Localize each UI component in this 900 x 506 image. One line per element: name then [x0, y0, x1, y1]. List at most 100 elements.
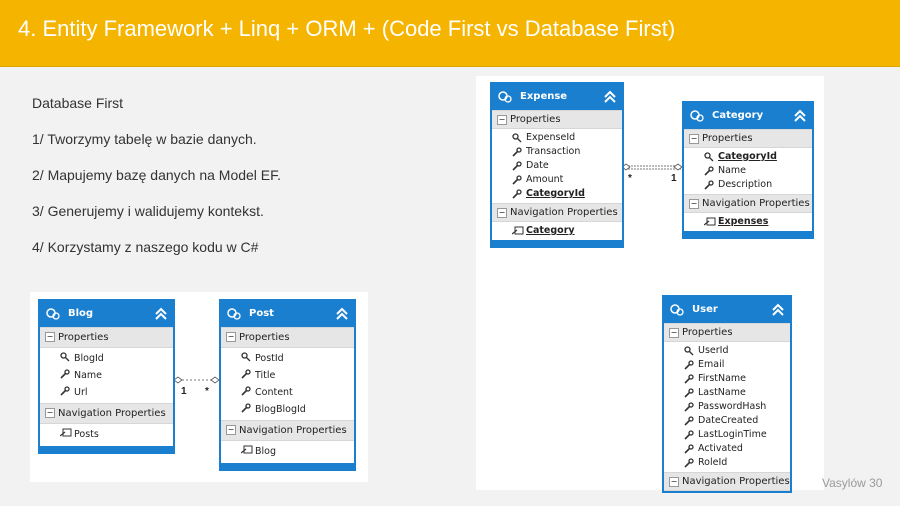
- property-label: Transaction: [526, 146, 581, 157]
- property-item[interactable]: DateCreated: [664, 414, 790, 428]
- property-item[interactable]: Date: [492, 159, 622, 173]
- property-item[interactable]: Name: [40, 367, 173, 384]
- properties-section-header[interactable]: − Properties: [684, 129, 812, 148]
- entity-expense[interactable]: Expense − Properties ExpenseId Transacti…: [490, 82, 624, 248]
- navigation-label: Category: [526, 225, 575, 236]
- property-label: Url: [74, 387, 88, 398]
- minus-icon[interactable]: −: [497, 115, 507, 125]
- minus-icon[interactable]: −: [497, 208, 507, 218]
- minus-icon[interactable]: −: [226, 425, 236, 435]
- collapse-icon[interactable]: [793, 109, 807, 123]
- collapse-icon[interactable]: [335, 307, 349, 321]
- property-label: FirstName: [698, 373, 747, 384]
- section-label: Navigation Properties: [510, 207, 618, 218]
- navigation-section-header[interactable]: − Navigation Properties: [684, 194, 812, 213]
- navigation-icon: [60, 428, 72, 437]
- minus-icon[interactable]: −: [45, 408, 55, 418]
- property-item[interactable]: Name: [684, 164, 812, 178]
- entity-category[interactable]: Category − Properties CategoryId Name De…: [682, 101, 814, 239]
- multiplicity-blog: 1: [181, 386, 187, 397]
- section-label: Navigation Properties: [58, 408, 166, 419]
- property-item[interactable]: Activated: [664, 442, 790, 456]
- property-item[interactable]: FirstName: [664, 372, 790, 386]
- property-label: LastName: [698, 387, 746, 398]
- wrench-icon: [684, 458, 694, 468]
- property-item[interactable]: Content: [221, 384, 354, 401]
- text-content: Database First 1/ Tworzymy tabelę w bazi…: [32, 96, 281, 276]
- property-item[interactable]: ExpenseId: [492, 131, 622, 145]
- section-label: Navigation Properties: [682, 476, 790, 487]
- property-item[interactable]: PasswordHash: [664, 400, 790, 414]
- entity-header[interactable]: Category: [684, 103, 812, 129]
- minus-icon[interactable]: −: [45, 332, 55, 342]
- section-label: Properties: [58, 332, 109, 343]
- property-item[interactable]: Email: [664, 358, 790, 372]
- navigation-section-header[interactable]: − Navigation Properties: [40, 403, 173, 424]
- property-item[interactable]: BlogBlogId: [221, 401, 354, 418]
- entity-header[interactable]: User: [664, 297, 790, 323]
- property-item[interactable]: CategoryId: [492, 187, 622, 201]
- minus-icon[interactable]: −: [226, 332, 236, 342]
- wrench-icon: [512, 147, 522, 157]
- property-label: LastLoginTime: [698, 429, 767, 440]
- property-item[interactable]: Transaction: [492, 145, 622, 159]
- property-item[interactable]: Url: [40, 384, 173, 401]
- collapse-icon[interactable]: [771, 303, 785, 317]
- minus-icon[interactable]: −: [689, 134, 699, 144]
- property-item[interactable]: PostId: [221, 350, 354, 367]
- collapse-icon[interactable]: [154, 307, 168, 321]
- navigation-section-header[interactable]: − Navigation Properties: [664, 472, 790, 491]
- entity-user[interactable]: User − Properties UserId Email FirstName…: [662, 295, 792, 493]
- property-item[interactable]: LastLoginTime: [664, 428, 790, 442]
- key-icon: [241, 352, 251, 362]
- property-item[interactable]: Description: [684, 178, 812, 192]
- properties-section-header[interactable]: − Properties: [492, 110, 622, 129]
- property-label: DateCreated: [698, 415, 759, 426]
- collapse-icon[interactable]: [603, 90, 617, 104]
- entity-footer: [40, 446, 173, 452]
- navigation-section-header[interactable]: − Navigation Properties: [492, 203, 622, 222]
- property-item[interactable]: LastName: [664, 386, 790, 400]
- navigation-icon: [512, 226, 524, 235]
- entity-blog[interactable]: Blog − Properties BlogId Name Url − Navi…: [38, 299, 175, 454]
- navigation-item[interactable]: Blog: [221, 443, 354, 461]
- wrench-icon: [684, 402, 694, 412]
- navigation-section-header[interactable]: − Navigation Properties: [221, 420, 354, 441]
- section-label: Navigation Properties: [239, 425, 347, 436]
- minus-icon[interactable]: −: [669, 328, 679, 338]
- title-bar: 4. Entity Framework + Linq + ORM + (Code…: [0, 0, 900, 67]
- entity-icon: [227, 308, 241, 320]
- entity-name: Category: [712, 110, 764, 121]
- minus-icon[interactable]: −: [669, 477, 679, 487]
- property-item[interactable]: BlogId: [40, 350, 173, 367]
- entity-header[interactable]: Expense: [492, 84, 622, 110]
- properties-section-header[interactable]: − Properties: [221, 327, 354, 348]
- property-label: Email: [698, 359, 725, 370]
- property-item[interactable]: CategoryId: [684, 150, 812, 164]
- properties-section-header[interactable]: − Properties: [40, 327, 173, 348]
- property-item[interactable]: Title: [221, 367, 354, 384]
- entity-icon: [498, 91, 512, 103]
- minus-icon[interactable]: −: [689, 199, 699, 209]
- entity-header[interactable]: Post: [221, 301, 354, 327]
- property-item[interactable]: Amount: [492, 173, 622, 187]
- properties-section-header[interactable]: − Properties: [664, 323, 790, 342]
- navigation-label: Expenses: [718, 216, 769, 227]
- key-icon: [684, 346, 694, 356]
- slide-title: 4. Entity Framework + Linq + ORM + (Code…: [18, 16, 676, 41]
- navigation-item[interactable]: Expenses: [684, 215, 812, 229]
- section-label: Properties: [510, 114, 561, 125]
- text-line: 3/ Generujemy i walidujemy kontekst.: [32, 203, 264, 219]
- navigation-item[interactable]: Posts: [40, 426, 173, 444]
- property-label: Name: [74, 370, 103, 381]
- wrench-icon: [512, 175, 522, 185]
- entity-header[interactable]: Blog: [40, 301, 173, 327]
- property-label: CategoryId: [718, 151, 777, 162]
- wrench-icon: [684, 430, 694, 440]
- property-item[interactable]: UserId: [664, 344, 790, 358]
- navigation-item[interactable]: Category: [492, 224, 622, 238]
- property-item[interactable]: RoleId: [664, 456, 790, 470]
- navigation-icon: [241, 445, 253, 454]
- entity-post[interactable]: Post − Properties PostId Title Content B…: [219, 299, 356, 471]
- property-label: UserId: [698, 345, 729, 356]
